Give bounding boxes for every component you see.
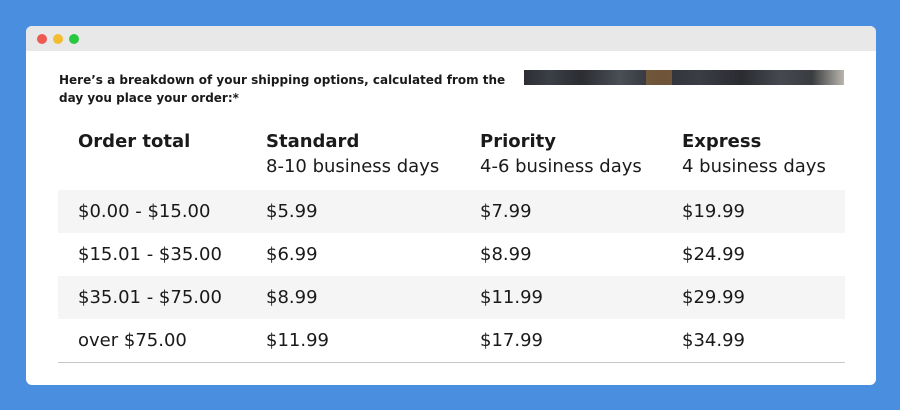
header-photo-accent [646,70,672,85]
standard-price-cell: $6.99 [266,244,318,265]
header-delivery-time: 4 business days [682,156,826,177]
standard-price-cell: $5.99 [266,201,318,222]
table-header-row: Order total Standard 8-10 business days … [58,116,845,190]
table-row: over $75.00 $11.99 $17.99 $34.99 [58,319,845,362]
header-express: Express 4 business days [682,130,826,180]
maximize-window-button[interactable] [69,34,79,44]
express-price-cell: $34.99 [682,330,745,351]
header-priority: Priority 4-6 business days [480,130,642,180]
header-label: Express [682,131,762,152]
standard-price-cell: $11.99 [266,330,329,351]
express-price-cell: $29.99 [682,287,745,308]
priority-price-cell: $11.99 [480,287,543,308]
header-label: Standard [266,131,360,152]
priority-price-cell: $17.99 [480,330,543,351]
shipping-intro-text: Here’s a breakdown of your shipping opti… [59,73,506,105]
header-label: Priority [480,131,556,152]
window-titlebar [26,26,876,51]
close-window-button[interactable] [37,34,47,44]
header-delivery-time: 4-6 business days [480,156,642,177]
browser-window: Here’s a breakdown of your shipping opti… [26,26,876,385]
minimize-window-button[interactable] [53,34,63,44]
express-price-cell: $19.99 [682,201,745,222]
table-row: $35.01 - $75.00 $8.99 $11.99 $29.99 [58,276,845,319]
table-row: $15.01 - $35.00 $6.99 $8.99 $24.99 [58,233,845,276]
table-bottom-divider [58,362,845,363]
priority-price-cell: $7.99 [480,201,532,222]
table-row: $0.00 - $15.00 $5.99 $7.99 $19.99 [58,190,845,233]
header-standard: Standard 8-10 business days [266,130,439,180]
order-total-cell: $35.01 - $75.00 [78,287,222,308]
header-delivery-time: 8-10 business days [266,156,440,177]
header-photo [524,70,844,85]
order-total-cell: over $75.00 [78,330,187,351]
standard-price-cell: $8.99 [266,287,318,308]
header-label: Order total [78,131,191,152]
order-total-cell: $0.00 - $15.00 [78,201,211,222]
express-price-cell: $24.99 [682,244,745,265]
order-total-cell: $15.01 - $35.00 [78,244,222,265]
shipping-rates-table: Order total Standard 8-10 business days … [58,116,845,363]
header-order-total: Order total [78,130,190,154]
priority-price-cell: $8.99 [480,244,532,265]
